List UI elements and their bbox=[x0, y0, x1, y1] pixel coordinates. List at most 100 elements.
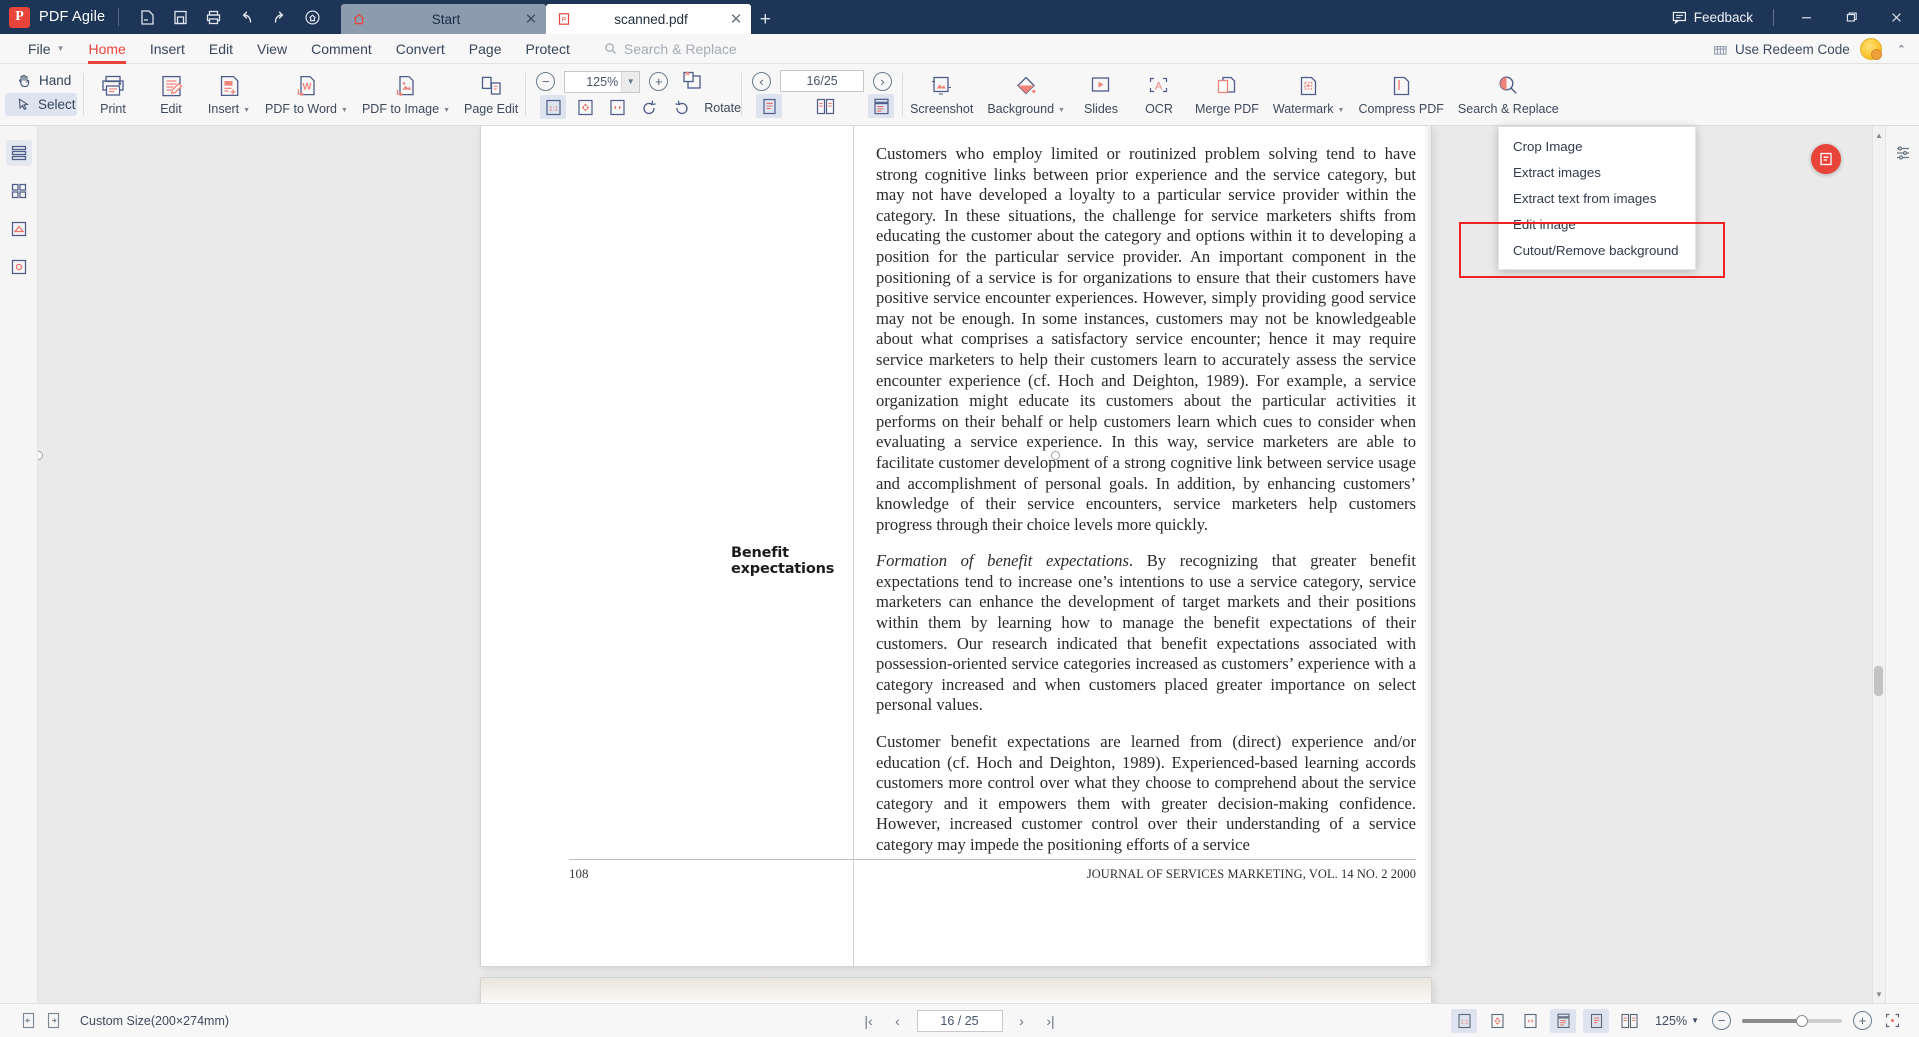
menu-item-edit-image[interactable]: Edit image bbox=[1499, 211, 1695, 237]
home-circle-icon[interactable] bbox=[297, 4, 327, 30]
floating-action-button[interactable] bbox=[1811, 144, 1841, 174]
fit-page-icon[interactable] bbox=[1484, 1009, 1510, 1033]
close-icon[interactable]: ✕ bbox=[730, 12, 743, 27]
menu-item-comment[interactable]: Comment bbox=[299, 34, 384, 64]
maximize-button[interactable] bbox=[1829, 0, 1874, 34]
status-right: 1:1 125% ▼ − + bbox=[1451, 1008, 1905, 1033]
search-replace-field[interactable]: Search & Replace bbox=[604, 41, 737, 57]
merge-pdf-button[interactable]: Merge PDF bbox=[1188, 69, 1266, 116]
vertical-scrollbar[interactable]: ▲ ▼ bbox=[1872, 126, 1885, 1003]
rotate-right-icon[interactable] bbox=[668, 95, 694, 119]
rotate-left-icon[interactable] bbox=[636, 95, 662, 119]
page-edit-button[interactable]: Page Edit bbox=[457, 69, 525, 116]
feedback-button[interactable]: Feedback bbox=[1672, 10, 1753, 25]
zoom-level-dropdown[interactable]: 125% ▼ bbox=[1655, 1014, 1699, 1028]
grid-panel-icon[interactable] bbox=[6, 178, 32, 204]
rotate-icon[interactable] bbox=[677, 70, 707, 93]
redeem-code-button[interactable]: Use Redeem Code bbox=[1713, 42, 1850, 57]
close-icon[interactable]: ✕ bbox=[525, 12, 538, 27]
avatar[interactable] bbox=[1859, 38, 1882, 60]
redo-icon[interactable] bbox=[264, 4, 294, 30]
menu-item-extract-text-from-images[interactable]: Extract text from images bbox=[1499, 185, 1695, 211]
zoom-slider[interactable] bbox=[1742, 1014, 1842, 1027]
pdf-to-word-button[interactable]: W PDF to Word ▼ bbox=[258, 69, 355, 116]
background-button[interactable]: Background ▼ bbox=[980, 69, 1072, 116]
menu-item-file[interactable]: File ▼ bbox=[16, 34, 76, 64]
fullscreen-icon[interactable] bbox=[1879, 1009, 1905, 1033]
annotations-panel-icon[interactable] bbox=[6, 216, 32, 242]
edit-button[interactable]: Edit bbox=[142, 69, 200, 116]
watermark-button[interactable]: Watermark ▼ bbox=[1266, 69, 1352, 116]
menu-item-home[interactable]: Home bbox=[76, 34, 137, 64]
print-button[interactable]: Print bbox=[84, 69, 142, 116]
save-icon[interactable] bbox=[165, 4, 195, 30]
minimize-button[interactable] bbox=[1784, 0, 1829, 34]
previous-doc-icon[interactable] bbox=[18, 1010, 38, 1031]
first-page-button[interactable]: |‹ bbox=[859, 1010, 879, 1032]
fit-page-icon[interactable] bbox=[572, 95, 598, 119]
zoom-slider-knob[interactable] bbox=[1796, 1014, 1808, 1027]
two-page-icon[interactable] bbox=[1616, 1009, 1642, 1033]
menu-item-insert[interactable]: Insert bbox=[138, 34, 197, 64]
continuous-icon[interactable] bbox=[1550, 1008, 1577, 1033]
slides-button[interactable]: Slides bbox=[1072, 69, 1130, 116]
page-number-input[interactable]: 16 / 25 bbox=[916, 1009, 1003, 1032]
image-tools-dropdown[interactable]: Crop Image Extract images Extract text f… bbox=[1498, 126, 1696, 270]
menu-item-view[interactable]: View bbox=[245, 34, 299, 64]
scroll-up-icon[interactable]: ▲ bbox=[1873, 128, 1885, 142]
actual-size-icon[interactable]: 1:1 bbox=[540, 95, 567, 119]
page-number-field[interactable]: 16/25 bbox=[780, 70, 865, 92]
single-page-icon[interactable] bbox=[756, 94, 783, 118]
pdf-page-16[interactable]: Benefit expectations Customers who emplo… bbox=[481, 126, 1431, 966]
zoom-in-button[interactable]: + bbox=[649, 72, 669, 91]
thumbnails-panel-icon[interactable] bbox=[5, 140, 32, 166]
zoom-in-button[interactable]: + bbox=[1853, 1011, 1872, 1030]
single-page-icon[interactable] bbox=[1583, 1008, 1610, 1033]
tab-scanned-pdf[interactable]: P scanned.pdf ✕ bbox=[546, 4, 752, 34]
zoom-value-field[interactable]: 125% ▼ bbox=[564, 70, 641, 93]
screenshot-button[interactable]: Screenshot bbox=[903, 69, 980, 116]
close-button[interactable] bbox=[1874, 0, 1919, 34]
menu-item-protect[interactable]: Protect bbox=[514, 34, 582, 64]
chevron-up-icon[interactable]: ⌃ bbox=[1892, 43, 1911, 56]
menu-item-crop-image[interactable]: Crop Image bbox=[1499, 133, 1695, 159]
insert-button[interactable]: Insert ▼ bbox=[200, 69, 258, 116]
search-replace-button[interactable]: Search & Replace bbox=[1451, 69, 1566, 116]
actual-size-icon[interactable]: 1:1 bbox=[1451, 1008, 1478, 1033]
compress-pdf-button[interactable]: Compress PDF bbox=[1351, 69, 1450, 116]
next-doc-icon[interactable] bbox=[43, 1010, 63, 1031]
print-icon[interactable] bbox=[198, 4, 228, 30]
pdf-page-17-partial[interactable] bbox=[481, 978, 1431, 1003]
menu-item-convert[interactable]: Convert bbox=[384, 34, 457, 64]
fit-width-icon[interactable] bbox=[1517, 1009, 1543, 1033]
menu-item-edit[interactable]: Edit bbox=[197, 34, 245, 64]
pdf-to-image-button[interactable]: PDF to Image ▼ bbox=[355, 69, 457, 116]
prev-page-button[interactable]: ‹ bbox=[888, 1010, 908, 1032]
continuous-scroll-icon[interactable] bbox=[868, 94, 895, 118]
hand-mode-button[interactable]: Hand bbox=[5, 69, 77, 92]
resize-handle-right[interactable] bbox=[1051, 451, 1060, 460]
zoom-out-button[interactable]: − bbox=[1712, 1011, 1731, 1030]
menu-item-page[interactable]: Page bbox=[457, 34, 514, 64]
new-tab-button[interactable]: + bbox=[751, 4, 779, 34]
new-file-icon[interactable] bbox=[132, 4, 162, 30]
prev-page-button[interactable]: ‹ bbox=[752, 71, 772, 91]
fit-width-icon[interactable] bbox=[604, 95, 630, 119]
ocr-button[interactable]: A OCR bbox=[1130, 69, 1188, 116]
two-page-icon[interactable] bbox=[812, 94, 838, 118]
next-page-button[interactable]: › bbox=[1012, 1010, 1032, 1032]
menu-item-extract-images[interactable]: Extract images bbox=[1499, 159, 1695, 185]
scroll-down-icon[interactable]: ▼ bbox=[1873, 987, 1885, 1001]
zoom-out-button[interactable]: − bbox=[536, 72, 556, 91]
last-page-button[interactable]: ›| bbox=[1041, 1010, 1061, 1032]
chevron-down-icon[interactable]: ▼ bbox=[621, 71, 640, 92]
tab-start[interactable]: Start ✕ bbox=[341, 4, 547, 34]
undo-icon[interactable] bbox=[231, 4, 261, 30]
select-mode-button[interactable]: Select bbox=[5, 93, 77, 116]
settings-panel-icon[interactable] bbox=[1890, 140, 1916, 166]
stamps-panel-icon[interactable] bbox=[6, 254, 32, 280]
scrollbar-thumb[interactable] bbox=[1874, 666, 1883, 696]
resize-handle-left[interactable] bbox=[38, 451, 43, 460]
menu-item-cutout-remove-background[interactable]: Cutout/Remove background bbox=[1499, 237, 1695, 263]
next-page-button[interactable]: › bbox=[873, 71, 893, 91]
